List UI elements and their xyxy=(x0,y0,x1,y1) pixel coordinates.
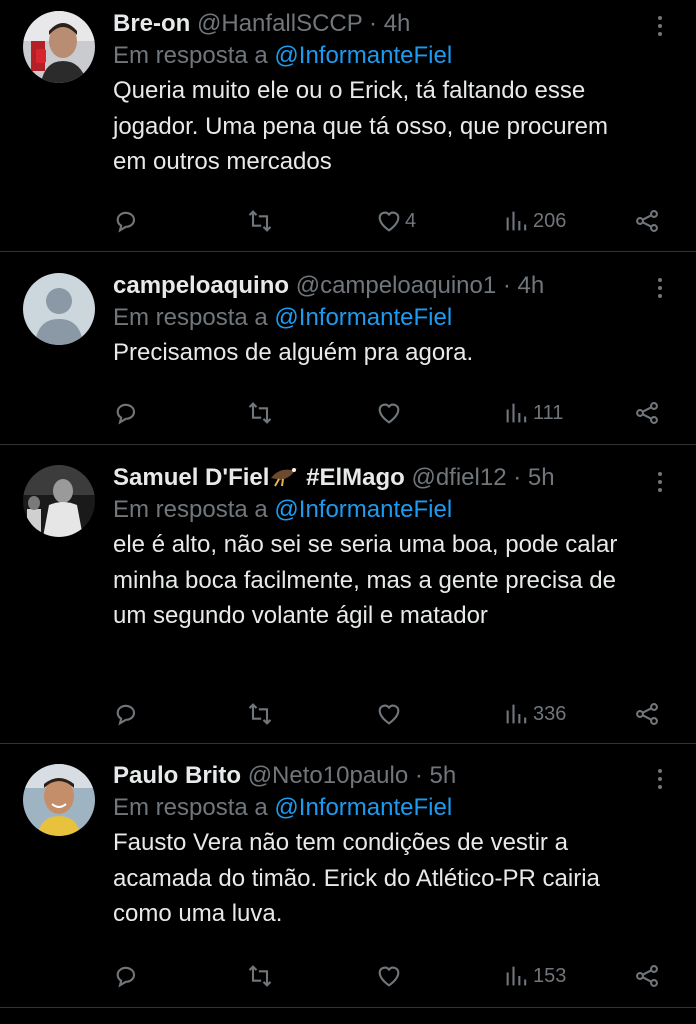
separator-dot: · xyxy=(414,762,423,789)
share-button[interactable] xyxy=(633,206,661,236)
views-button[interactable]: 111 xyxy=(503,398,563,428)
view-count: 153 xyxy=(533,964,567,987)
reply-icon xyxy=(116,966,136,988)
like-button[interactable]: 4 xyxy=(375,206,416,236)
retweet-icon xyxy=(248,965,272,987)
avatar[interactable] xyxy=(23,11,95,83)
display-name-hashtag[interactable]: #ElMago xyxy=(306,464,405,491)
avatar[interactable] xyxy=(23,465,95,537)
tweet-card[interactable]: Paulo Brito @Neto10paulo · 5h Em respost… xyxy=(0,744,696,1008)
action-bar: 4 206 xyxy=(0,206,696,236)
tweet-header: campeloaquino @campeloaquino1 · 4h xyxy=(113,270,644,302)
views-button[interactable]: 206 xyxy=(503,206,566,236)
reply-mention-link[interactable]: @InformanteFiel xyxy=(274,496,452,523)
views-button[interactable]: 153 xyxy=(503,961,566,991)
views-icon xyxy=(506,403,527,423)
reply-button[interactable] xyxy=(113,699,141,729)
view-count: 206 xyxy=(533,209,567,232)
action-bar: 111 xyxy=(0,398,696,428)
user-handle[interactable]: @Neto10paulo xyxy=(248,762,408,789)
display-name[interactable]: Bre-on xyxy=(113,10,190,37)
avatar[interactable] xyxy=(23,764,95,836)
like-button[interactable] xyxy=(375,699,405,729)
views-icon xyxy=(506,704,527,724)
heart-icon xyxy=(378,403,400,424)
reply-prefix: Em resposta a xyxy=(113,496,268,523)
tweet-text: ele é alto, não sei se seria uma boa, po… xyxy=(113,531,618,629)
separator-dot: · xyxy=(502,272,511,299)
avatar[interactable] xyxy=(23,273,95,345)
more-options-icon[interactable] xyxy=(654,769,666,789)
tweet-header: Samuel D'Fiel #ElMago @dfiel12 · 5h xyxy=(113,462,644,494)
reply-button[interactable] xyxy=(113,961,141,991)
reply-mention-link[interactable]: @InformanteFiel xyxy=(274,304,452,331)
like-count: 4 xyxy=(405,209,417,232)
reply-context: Em resposta a @InformanteFiel xyxy=(113,40,644,72)
view-count: 336 xyxy=(533,702,567,725)
reply-prefix: Em resposta a xyxy=(113,304,268,331)
display-name[interactable]: Paulo Brito xyxy=(113,762,241,789)
action-bar: 336 xyxy=(0,699,696,729)
timestamp[interactable]: 4h xyxy=(518,272,545,299)
timestamp[interactable]: 5h xyxy=(528,464,555,491)
share-icon xyxy=(636,210,658,232)
more-options-icon[interactable] xyxy=(654,278,666,298)
heart-icon xyxy=(378,704,400,725)
action-bar: 153 xyxy=(0,961,696,991)
heart-icon xyxy=(378,211,400,232)
reply-icon xyxy=(116,211,136,233)
display-name[interactable]: Samuel D'Fiel xyxy=(113,464,269,491)
reply-button[interactable] xyxy=(113,206,141,236)
reply-prefix: Em resposta a xyxy=(113,794,268,821)
tweet-text: Precisamos de alguém pra agora. xyxy=(113,339,474,366)
reply-context: Em resposta a @InformanteFiel xyxy=(113,494,644,526)
more-options-icon[interactable] xyxy=(654,472,666,492)
tweet-text: Queria muito ele ou o Erick, tá faltando… xyxy=(113,77,608,175)
reply-mention-link[interactable]: @InformanteFiel xyxy=(274,42,452,69)
share-icon xyxy=(636,703,658,725)
retweet-icon xyxy=(248,402,272,424)
views-icon xyxy=(506,211,527,231)
share-icon xyxy=(636,402,658,424)
retweet-button[interactable] xyxy=(246,699,274,729)
views-icon xyxy=(506,966,527,986)
display-name[interactable]: campeloaquino xyxy=(113,272,289,299)
share-button[interactable] xyxy=(633,699,661,729)
heart-icon xyxy=(378,966,400,987)
more-options-icon[interactable] xyxy=(654,16,666,36)
tweet-card[interactable]: campeloaquino @campeloaquino1 · 4h Em re… xyxy=(0,252,696,445)
reply-prefix: Em resposta a xyxy=(113,42,268,69)
reply-button[interactable] xyxy=(113,398,141,428)
timestamp[interactable]: 4h xyxy=(384,10,411,37)
share-icon xyxy=(636,965,658,987)
retweet-icon xyxy=(248,210,272,232)
retweet-button[interactable] xyxy=(246,961,274,991)
view-count: 111 xyxy=(533,401,564,424)
separator-dot: · xyxy=(513,464,522,491)
like-button[interactable] xyxy=(375,398,405,428)
tweet-card[interactable]: Samuel D'Fiel #ElMago @dfiel12 · 5h Em r… xyxy=(0,445,696,744)
timestamp[interactable]: 5h xyxy=(430,762,457,789)
share-button[interactable] xyxy=(633,398,661,428)
share-button[interactable] xyxy=(633,961,661,991)
tweet-text: Fausto Vera não tem condições de vestir … xyxy=(113,829,600,927)
tweet-card[interactable]: Bre-on @HanfallSCCP · 4h Em resposta a @… xyxy=(0,0,696,252)
views-button[interactable]: 336 xyxy=(503,699,566,729)
like-button[interactable] xyxy=(375,961,405,991)
reply-icon xyxy=(116,403,136,425)
user-handle[interactable]: @dfiel12 xyxy=(411,464,506,491)
tweet-header: Bre-on @HanfallSCCP · 4h xyxy=(113,8,644,40)
retweet-icon xyxy=(248,703,272,725)
separator-dot: · xyxy=(369,10,378,37)
retweet-button[interactable] xyxy=(246,206,274,236)
reply-icon xyxy=(116,704,136,726)
reply-context: Em resposta a @InformanteFiel xyxy=(113,302,644,334)
reply-mention-link[interactable]: @InformanteFiel xyxy=(274,794,452,821)
user-handle[interactable]: @campeloaquino1 xyxy=(296,272,497,299)
reply-context: Em resposta a @InformanteFiel xyxy=(113,792,644,824)
tweet-header: Paulo Brito @Neto10paulo · 5h xyxy=(113,760,644,792)
eagle-emoji-icon xyxy=(271,468,298,487)
user-handle[interactable]: @HanfallSCCP xyxy=(197,10,362,37)
retweet-button[interactable] xyxy=(246,398,274,428)
